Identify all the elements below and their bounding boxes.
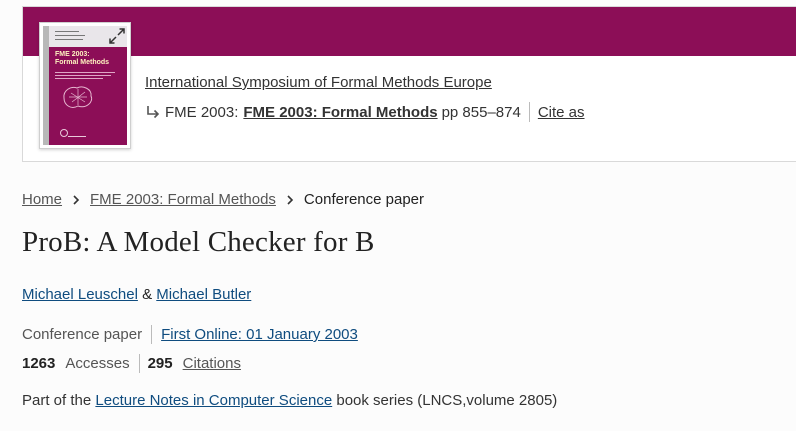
author-list: Michael Leuschel & Michael Butler	[22, 286, 251, 303]
divider	[151, 325, 153, 344]
series-link[interactable]: Lecture Notes in Computer Science	[95, 392, 332, 409]
series-prefix: Part of the	[22, 392, 92, 409]
book-header-band	[23, 7, 796, 56]
breadcrumb: Home FME 2003: Formal Methods Conference…	[22, 191, 424, 208]
publication-meta: Conference paper First Online: 01 Januar…	[22, 325, 358, 344]
metrics: 1263 Accesses 295 Citations	[22, 354, 241, 373]
subdirectory-arrow-icon	[147, 106, 160, 119]
breadcrumb-book[interactable]: FME 2003: Formal Methods	[90, 191, 276, 208]
cite-as-link[interactable]: Cite as	[538, 104, 585, 121]
page-title: ProB: A Model Checker for B	[22, 226, 375, 258]
conference-series-link[interactable]: International Symposium of Formal Method…	[145, 74, 492, 91]
divider	[138, 354, 140, 373]
author-link[interactable]: Michael Butler	[156, 286, 251, 303]
cover-title-line-2: Formal Methods	[55, 59, 110, 66]
accesses-label: Accesses	[65, 355, 130, 372]
accesses-count: 1263	[22, 355, 56, 372]
book-series-line: Part of the Lecture Notes in Computer Sc…	[22, 392, 557, 409]
content-type: Conference paper	[22, 326, 143, 343]
author-separator: &	[142, 286, 153, 303]
book-cover[interactable]: FME 2003: Formal Methods	[39, 22, 131, 149]
cover-illustration	[63, 86, 93, 108]
cover-title: FME 2003: Formal Methods	[55, 51, 125, 67]
citations-link[interactable]: Citations	[183, 355, 241, 372]
citations-count: 295	[147, 355, 173, 372]
chevron-right-icon	[73, 194, 80, 205]
page-range: pp 855–874	[441, 103, 521, 121]
breadcrumb-home[interactable]: Home	[22, 191, 62, 208]
divider	[528, 102, 530, 122]
breadcrumb-current: Conference paper	[303, 191, 425, 208]
chevron-right-icon	[287, 194, 294, 205]
conference-prefix: FME 2003:	[165, 103, 239, 121]
book-header-card: FME 2003: Formal Methods International S…	[22, 6, 796, 162]
series-suffix: book series (LNCS,volume 2805)	[336, 392, 558, 409]
expand-icon[interactable]	[106, 25, 128, 47]
book-line: FME 2003: FME 2003: Formal Methods pp 85…	[145, 102, 585, 122]
book-title-link[interactable]: FME 2003: Formal Methods	[243, 104, 437, 121]
author-link[interactable]: Michael Leuschel	[22, 286, 138, 303]
cover-title-line-1: FME 2003:	[55, 51, 90, 58]
first-online-link[interactable]: First Online: 01 January 2003	[161, 326, 358, 343]
publisher-name	[68, 136, 86, 137]
publisher-logo	[60, 129, 68, 137]
